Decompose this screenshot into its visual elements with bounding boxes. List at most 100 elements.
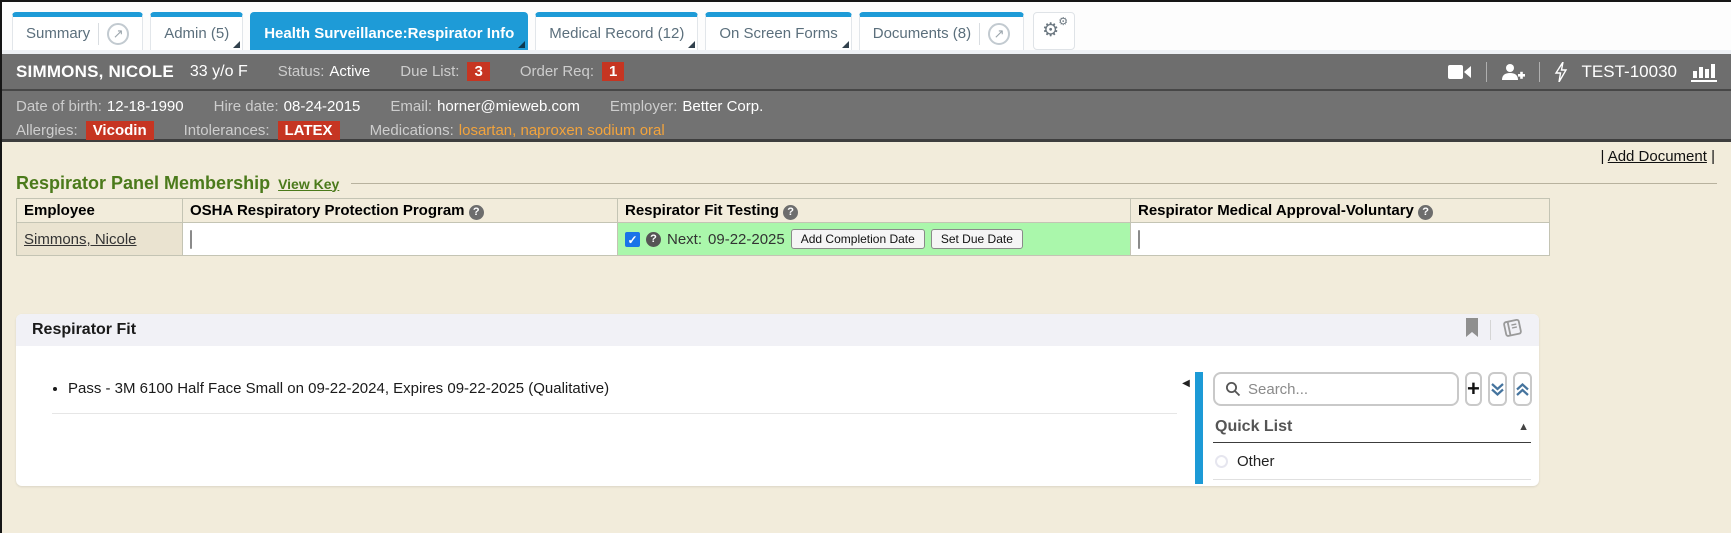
osha-program-checkbox[interactable] bbox=[190, 230, 192, 249]
quick-list-header[interactable]: Quick List ▲ bbox=[1213, 418, 1531, 436]
fit-result-item: Pass - 3M 6100 Half Face Small on 09-22-… bbox=[68, 380, 1177, 397]
plus-icon: + bbox=[1467, 379, 1480, 399]
bookmark-icon[interactable] bbox=[1464, 318, 1480, 343]
hire-date-label: Hire date: bbox=[214, 98, 279, 115]
list-divider bbox=[52, 413, 1177, 414]
email-value: horner@mieweb.com bbox=[437, 98, 580, 115]
add-document-row: | Add Document | bbox=[2, 148, 1731, 170]
fit-testing-cell: ✓ ? Next: 09-22-2025 Add Completion Date… bbox=[618, 223, 1131, 256]
tab-health-surveillance-respirator-info[interactable]: Health Surveillance:Respirator Info bbox=[250, 12, 528, 50]
fit-next-label: Next: bbox=[667, 231, 702, 248]
column-header-osha-program: OSHA Respiratory Protection Program ? bbox=[183, 199, 618, 223]
double-chevron-down-icon bbox=[1490, 382, 1505, 397]
tab-summary[interactable]: Summary ↗ bbox=[12, 12, 143, 50]
allergy-badge[interactable]: Vicodin bbox=[86, 121, 154, 140]
tab-label: Health Surveillance:Respirator Info bbox=[264, 25, 514, 42]
popout-icon[interactable]: ↗ bbox=[107, 23, 129, 45]
intolerance-badge[interactable]: LATEX bbox=[278, 121, 340, 140]
help-icon[interactable]: ? bbox=[646, 232, 661, 247]
gear-icon: ⚙ bbox=[1058, 15, 1068, 28]
respirator-fit-card: Respirator Fit Pass - 3M 6100 Half Face … bbox=[16, 314, 1539, 486]
quick-list-sidebar: + Quick List ▲ bbox=[1203, 346, 1539, 486]
help-icon[interactable]: ? bbox=[1418, 205, 1433, 220]
column-label: Respirator Medical Approval-Voluntary bbox=[1138, 202, 1414, 219]
fit-results-list: Pass - 3M 6100 Half Face Small on 09-22-… bbox=[16, 346, 1177, 486]
fit-testing-checkbox[interactable]: ✓ bbox=[625, 232, 640, 247]
page-title: Respirator Panel Membership bbox=[16, 173, 270, 194]
employer-value: Better Corp. bbox=[682, 98, 763, 115]
patient-id: TEST-10030 bbox=[1582, 62, 1677, 82]
view-key-link[interactable]: View Key bbox=[278, 176, 339, 192]
patient-demographics-bar: Date of birth: 12-18-1990 Hire date: 08-… bbox=[2, 91, 1731, 142]
caret-up-icon: ▲ bbox=[1518, 421, 1529, 433]
employer-label: Employer: bbox=[610, 98, 678, 115]
sidebar-accent-bar bbox=[1195, 372, 1203, 484]
dob-value: 12-18-1990 bbox=[107, 98, 184, 115]
tab-label: Documents (8) bbox=[873, 25, 971, 42]
quick-list-item-divider bbox=[1213, 479, 1531, 480]
card-body: Pass - 3M 6100 Half Face Small on 09-22-… bbox=[16, 346, 1539, 486]
quick-list-title: Quick List bbox=[1215, 418, 1292, 436]
column-header-medical-approval: Respirator Medical Approval-Voluntary ? bbox=[1131, 199, 1550, 223]
tab-on-screen-forms[interactable]: On Screen Forms bbox=[705, 12, 851, 50]
tab-medical-record[interactable]: Medical Record (12) bbox=[535, 12, 698, 50]
employee-cell: Simmons, Nicole bbox=[17, 223, 183, 256]
order-req-count-badge[interactable]: 1 bbox=[602, 62, 624, 81]
employee-link[interactable]: Simmons, Nicole bbox=[24, 231, 137, 248]
add-completion-date-button[interactable]: Add Completion Date bbox=[791, 229, 925, 249]
panel-heading-row: Respirator Panel Membership View Key bbox=[2, 170, 1731, 198]
search-row: + bbox=[1213, 372, 1531, 406]
journal-book-icon[interactable] bbox=[1501, 318, 1523, 343]
lightning-bolt-icon[interactable] bbox=[1554, 62, 1568, 82]
tab-documents[interactable]: Documents (8) ↗ bbox=[859, 12, 1024, 50]
collapse-all-button[interactable] bbox=[1513, 372, 1532, 406]
toolbar-divider bbox=[1539, 62, 1540, 82]
patient-toolbar: TEST-10030 bbox=[1448, 62, 1717, 82]
add-person-icon[interactable] bbox=[1501, 63, 1525, 81]
set-due-date-button[interactable]: Set Due Date bbox=[931, 229, 1023, 249]
main-content: | Add Document | Respirator Panel Member… bbox=[2, 142, 1731, 533]
medical-approval-checkbox[interactable] bbox=[1138, 230, 1140, 249]
search-input[interactable] bbox=[1248, 381, 1447, 398]
due-list-count-badge[interactable]: 3 bbox=[467, 62, 489, 81]
order-req-label: Order Req: bbox=[520, 63, 594, 80]
tab-label: Admin (5) bbox=[164, 25, 229, 42]
fit-next-date: 09-22-2025 bbox=[708, 231, 785, 248]
tab-label: Summary bbox=[26, 25, 90, 42]
table-header-row: Employee OSHA Respiratory Protection Pro… bbox=[17, 199, 1550, 223]
toolbar-divider bbox=[1486, 62, 1487, 82]
column-label: Employee bbox=[24, 202, 95, 219]
radio-circle-icon bbox=[1215, 455, 1228, 468]
search-box bbox=[1213, 372, 1459, 406]
pipe-divider: | bbox=[1600, 148, 1604, 165]
tab-admin[interactable]: Admin (5) bbox=[150, 12, 243, 50]
video-camera-icon[interactable] bbox=[1448, 64, 1472, 80]
email-label: Email: bbox=[390, 98, 432, 115]
medications-value: losartan, naproxen sodium oral bbox=[459, 122, 665, 139]
heading-rule bbox=[351, 183, 1717, 184]
sidebar-collapse-arrow-icon[interactable]: ◀ bbox=[1177, 346, 1195, 486]
add-document-link[interactable]: Add Document bbox=[1608, 148, 1707, 165]
add-item-button[interactable]: + bbox=[1465, 372, 1482, 406]
hire-date-value: 08-24-2015 bbox=[284, 98, 361, 115]
settings-gears-button[interactable]: ⚙ ⚙ bbox=[1033, 12, 1075, 50]
card-title: Respirator Fit bbox=[32, 321, 136, 339]
card-header: Respirator Fit bbox=[16, 314, 1539, 346]
respirator-panel-table: Employee OSHA Respiratory Protection Pro… bbox=[16, 198, 1550, 256]
column-label: Respirator Fit Testing bbox=[625, 202, 779, 219]
gear-icon: ⚙ bbox=[1042, 19, 1059, 42]
expand-all-button[interactable] bbox=[1488, 372, 1507, 406]
column-header-fit-testing: Respirator Fit Testing ? bbox=[618, 199, 1131, 223]
osha-program-cell bbox=[183, 223, 618, 256]
help-icon[interactable]: ? bbox=[783, 205, 798, 220]
help-icon[interactable]: ? bbox=[469, 205, 484, 220]
intolerances-label: Intolerances: bbox=[184, 122, 270, 139]
tab-divider bbox=[979, 23, 980, 45]
double-chevron-up-icon bbox=[1515, 382, 1530, 397]
patient-age-sex: 33 y/o F bbox=[190, 63, 248, 81]
quick-list-item-other[interactable]: Other bbox=[1213, 443, 1531, 479]
pipe-divider: | bbox=[1711, 148, 1715, 165]
popout-icon[interactable]: ↗ bbox=[988, 23, 1010, 45]
due-list-label: Due List: bbox=[400, 63, 459, 80]
bar-chart-icon[interactable] bbox=[1691, 62, 1717, 82]
